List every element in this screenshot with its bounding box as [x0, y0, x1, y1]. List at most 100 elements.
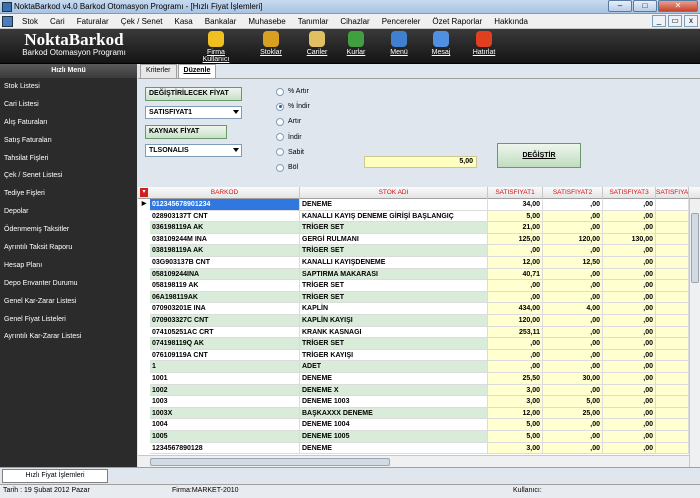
- table-cell[interactable]: ,00: [603, 245, 656, 257]
- table-cell[interactable]: ,00: [543, 338, 603, 350]
- table-cell[interactable]: DENEME: [300, 442, 488, 455]
- menu-item[interactable]: Cari: [44, 17, 71, 26]
- col-satisfiyat2[interactable]: SATISFIYAT2: [543, 187, 603, 199]
- col-satisfiya[interactable]: SATISFIYA: [656, 187, 689, 199]
- table-cell[interactable]: 3,00: [488, 396, 543, 408]
- table-cell[interactable]: ,00: [603, 442, 656, 455]
- table-cell[interactable]: ,00: [603, 257, 656, 269]
- table-cell[interactable]: [656, 210, 689, 223]
- table-row[interactable]: 1002 DENEME X 3,00,00,00: [138, 384, 700, 397]
- table-cell[interactable]: ,00: [603, 373, 656, 385]
- table-cell[interactable]: [656, 349, 689, 362]
- table-cell[interactable]: 5,00: [543, 396, 603, 408]
- sidebar-item[interactable]: Ödenmemiş Taksitler: [0, 221, 137, 239]
- toolbar-button[interactable]: Menü: [379, 31, 419, 56]
- table-cell[interactable]: 12,00: [488, 257, 543, 269]
- table-cell[interactable]: 120,00: [543, 233, 603, 246]
- table-row[interactable]: 1005 DENEME 1005 5,00,00,00: [138, 431, 700, 443]
- table-cell[interactable]: DENEME: [300, 199, 488, 211]
- table-cell[interactable]: GERGİ RULMANI: [300, 233, 488, 246]
- sidebar-item[interactable]: Tahsilat Fişleri: [0, 150, 137, 168]
- col-satisfiyat1[interactable]: SATISFIYAT1: [488, 187, 543, 199]
- table-cell[interactable]: 036198119A AK: [150, 222, 300, 234]
- table-cell[interactable]: 1004: [150, 419, 300, 431]
- table-cell[interactable]: 070903201E INA: [150, 303, 300, 315]
- table-cell[interactable]: 12,00: [488, 407, 543, 420]
- table-row[interactable]: ▶ 012345678901234 DENEME 34,00,00,00: [138, 199, 700, 211]
- table-cell[interactable]: 30,00: [543, 373, 603, 385]
- table-cell[interactable]: [656, 280, 689, 292]
- scroll-thumb[interactable]: [691, 213, 699, 283]
- table-row[interactable]: 06A198119AK TRİGER SET ,00,00,00: [138, 291, 700, 304]
- table-cell[interactable]: ,00: [603, 407, 656, 420]
- table-cell[interactable]: 253,11: [488, 326, 543, 339]
- menu-item[interactable]: Bankalar: [199, 17, 243, 26]
- sidebar-item[interactable]: Satış Faturaları: [0, 132, 137, 150]
- table-cell[interactable]: BAŞKAXXX DENEME: [300, 407, 488, 420]
- table-cell[interactable]: KAPLİN KAYIŞI: [300, 315, 488, 327]
- table-cell[interactable]: TRİGER SET: [300, 245, 488, 257]
- table-cell[interactable]: ,00: [603, 199, 656, 211]
- amount-input[interactable]: 5,00: [364, 156, 477, 168]
- table-cell[interactable]: ,00: [543, 210, 603, 223]
- table-cell[interactable]: ,00: [543, 268, 603, 281]
- table-cell[interactable]: 1: [150, 361, 300, 373]
- table-cell[interactable]: [656, 384, 689, 397]
- toolbar-button[interactable]: Cariler: [297, 31, 337, 56]
- toolbar-button[interactable]: Kurlar: [336, 31, 376, 56]
- minimize-button[interactable]: –: [608, 0, 632, 12]
- sidebar-item[interactable]: Cari Listesi: [0, 96, 137, 114]
- table-cell[interactable]: 074198119Q AK: [150, 338, 300, 350]
- tab-duzenle[interactable]: Düzenle: [177, 64, 217, 78]
- table-cell[interactable]: ,00: [488, 245, 543, 257]
- menu-item[interactable]: Özet Raporlar: [426, 17, 488, 26]
- table-cell[interactable]: ,00: [603, 361, 656, 373]
- table-cell[interactable]: ,00: [603, 303, 656, 315]
- table-cell[interactable]: DENEME 1003: [300, 396, 488, 408]
- source-price-select[interactable]: TLSONALIS: [145, 144, 242, 157]
- table-cell[interactable]: [656, 233, 689, 246]
- table-cell[interactable]: ,00: [603, 419, 656, 431]
- price-option-radio[interactable]: % İndir: [276, 101, 310, 112]
- table-row[interactable]: 074198119Q AK TRİGER SET ,00,00,00: [138, 338, 700, 350]
- table-cell[interactable]: 125,00: [488, 233, 543, 246]
- table-row[interactable]: 038198119A AK TRİGER SET ,00,00,00: [138, 245, 700, 257]
- maximize-button[interactable]: □: [633, 0, 657, 12]
- table-row[interactable]: 1004 DENEME 1004 5,00,00,00: [138, 419, 700, 431]
- table-cell[interactable]: [656, 315, 689, 327]
- table-cell[interactable]: 5,00: [488, 210, 543, 223]
- table-row[interactable]: 058198119 AK TRİGER SET ,00,00,00: [138, 280, 700, 292]
- table-cell[interactable]: ,00: [543, 326, 603, 339]
- table-cell[interactable]: ,00: [543, 291, 603, 304]
- menu-item[interactable]: Stok: [16, 17, 44, 26]
- table-cell[interactable]: 1001: [150, 373, 300, 385]
- table-cell[interactable]: ,00: [543, 419, 603, 431]
- price-option-radio[interactable]: Böl: [276, 162, 298, 173]
- menu-item[interactable]: Faturalar: [71, 17, 115, 26]
- table-cell[interactable]: 1003: [150, 396, 300, 408]
- menu-item[interactable]: Pencereler: [376, 17, 427, 26]
- table-cell[interactable]: ,00: [488, 338, 543, 350]
- toolbar-button[interactable]: Mesaj: [421, 31, 461, 56]
- table-cell[interactable]: ,00: [603, 326, 656, 339]
- table-cell[interactable]: ,00: [603, 384, 656, 397]
- price-option-radio[interactable]: İndir: [276, 132, 302, 143]
- table-cell[interactable]: 3,00: [488, 384, 543, 397]
- tab-kriterler[interactable]: Kriterler: [140, 64, 177, 78]
- table-cell[interactable]: 21,00: [488, 222, 543, 234]
- vertical-scrollbar[interactable]: [689, 199, 700, 467]
- table-cell[interactable]: ,00: [603, 338, 656, 350]
- table-cell[interactable]: DENEME: [300, 373, 488, 385]
- table-cell[interactable]: [656, 303, 689, 315]
- table-cell[interactable]: DENEME 1004: [300, 419, 488, 431]
- table-cell[interactable]: TRİGER SET: [300, 222, 488, 234]
- table-row[interactable]: 038109244M INA GERGİ RULMANI 125,00 120,00 1…: [138, 233, 700, 246]
- table-cell[interactable]: ,00: [603, 349, 656, 362]
- table-cell[interactable]: ,00: [488, 291, 543, 304]
- table-cell[interactable]: [656, 361, 689, 373]
- table-cell[interactable]: 03G903137B CNT: [150, 257, 300, 269]
- table-row[interactable]: 070903201E INA KAPLİN 434,00 4,00,00: [138, 303, 700, 315]
- price-option-radio[interactable]: Artır: [276, 116, 301, 127]
- table-cell[interactable]: 434,00: [488, 303, 543, 315]
- col-barkod[interactable]: BARKOD: [150, 187, 300, 199]
